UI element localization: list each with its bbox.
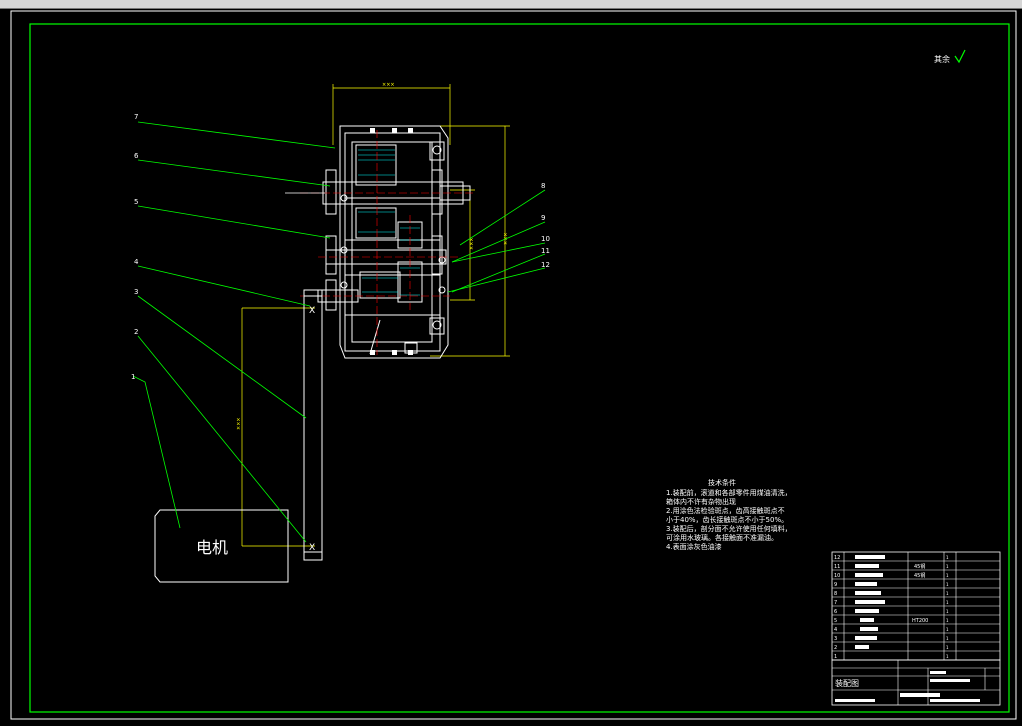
part-number-8: 8 bbox=[541, 182, 545, 190]
svg-text:9: 9 bbox=[834, 582, 837, 588]
svg-text:1: 1 bbox=[946, 627, 949, 632]
part-number-12: 12 bbox=[541, 261, 550, 269]
svg-text:12: 12 bbox=[834, 555, 840, 561]
belt-drive: X X bbox=[303, 289, 323, 561]
svg-text:1: 1 bbox=[946, 600, 949, 605]
gearbox-assembly: ××× ××× ××× ××× bbox=[236, 82, 510, 547]
svg-text:X: X bbox=[309, 306, 315, 316]
svg-text:11: 11 bbox=[834, 564, 840, 570]
part-number-9: 9 bbox=[541, 214, 545, 222]
surface-roughness-note: 其余 bbox=[934, 49, 966, 64]
svg-text:X: X bbox=[309, 543, 315, 553]
svg-text:1: 1 bbox=[946, 591, 949, 596]
tech-requirements-title: 技术条件 bbox=[708, 478, 736, 487]
drawing-name: 装配图 bbox=[835, 678, 859, 688]
gearbox-housing bbox=[317, 125, 471, 359]
part-number-2: 2 bbox=[134, 328, 138, 336]
svg-text:1: 1 bbox=[946, 555, 949, 560]
tech-line-7: 4.表面涂灰色油漆 bbox=[666, 542, 722, 551]
svg-text:1: 1 bbox=[946, 654, 949, 659]
svg-text:45钢: 45钢 bbox=[914, 563, 925, 570]
tech-line-1: 1.装配前，滚道和各部零件用煤油清洗， bbox=[666, 488, 792, 497]
svg-text:×××: ××× bbox=[469, 237, 475, 250]
tech-line-3: 2.用涂色法检验斑点，齿高接触斑点不 bbox=[666, 506, 785, 515]
svg-text:×××: ××× bbox=[382, 82, 395, 88]
svg-text:10: 10 bbox=[834, 573, 840, 579]
svg-text:3: 3 bbox=[834, 636, 837, 642]
svg-text:1: 1 bbox=[946, 564, 949, 569]
svg-text:1: 1 bbox=[946, 618, 949, 623]
parts-list: 12 11 10 9 8 7 6 5 4 3 2 1 45钢 45钢 HT200 bbox=[831, 551, 1001, 661]
housing-bolts bbox=[370, 128, 413, 355]
part-number-1: 1 bbox=[131, 373, 135, 381]
part-number-6: 6 bbox=[134, 152, 139, 160]
part-number-5: 5 bbox=[134, 198, 138, 206]
tech-requirements: 技术条件 1.装配前，滚道和各部零件用煤油清洗， 箱体内不许有杂物出现 2.用涂… bbox=[666, 478, 792, 551]
svg-text:5: 5 bbox=[834, 618, 837, 624]
svg-text:7: 7 bbox=[834, 600, 837, 606]
leader-lines bbox=[132, 121, 546, 543]
svg-text:8: 8 bbox=[834, 591, 837, 597]
part-number-10: 10 bbox=[541, 235, 550, 243]
cad-drawing-canvas: 其余 ××× ××× ××× ××× X X 电机 7 6 5 4 3 2 1 … bbox=[10, 10, 1017, 720]
svg-text:1: 1 bbox=[834, 654, 837, 660]
part-number-3: 3 bbox=[134, 288, 138, 296]
part-number-7: 7 bbox=[134, 113, 138, 121]
svg-text:×××: ××× bbox=[236, 417, 242, 430]
tech-line-6: 可涂用水玻璃。各接触面不准漏油。 bbox=[666, 533, 778, 542]
part-number-4: 4 bbox=[134, 258, 139, 266]
tech-line-4: 小于40%，齿长接触斑点不小于50%。 bbox=[666, 515, 788, 524]
roughness-check-icon bbox=[954, 49, 966, 64]
svg-text:1: 1 bbox=[946, 582, 949, 587]
motor-label: 电机 bbox=[196, 538, 228, 557]
svg-text:4: 4 bbox=[834, 627, 837, 633]
tech-line-5: 3.装配后，剖分面不允许使用任何填料， bbox=[666, 524, 792, 533]
title-block: 装配图 bbox=[831, 659, 1001, 706]
svg-text:6: 6 bbox=[834, 609, 837, 615]
svg-text:2: 2 bbox=[834, 645, 837, 651]
dimension-texts: ××× ××× ××× ××× bbox=[236, 82, 509, 430]
roughness-text: 其余 bbox=[934, 54, 950, 64]
svg-text:1: 1 bbox=[946, 609, 949, 614]
part-number-11: 11 bbox=[541, 247, 550, 255]
svg-text:45钢: 45钢 bbox=[914, 572, 925, 579]
svg-text:1: 1 bbox=[946, 573, 949, 578]
svg-text:HT200: HT200 bbox=[912, 618, 928, 624]
svg-text:1: 1 bbox=[946, 645, 949, 650]
tech-line-2: 箱体内不许有杂物出现 bbox=[666, 497, 736, 506]
svg-text:1: 1 bbox=[946, 636, 949, 641]
